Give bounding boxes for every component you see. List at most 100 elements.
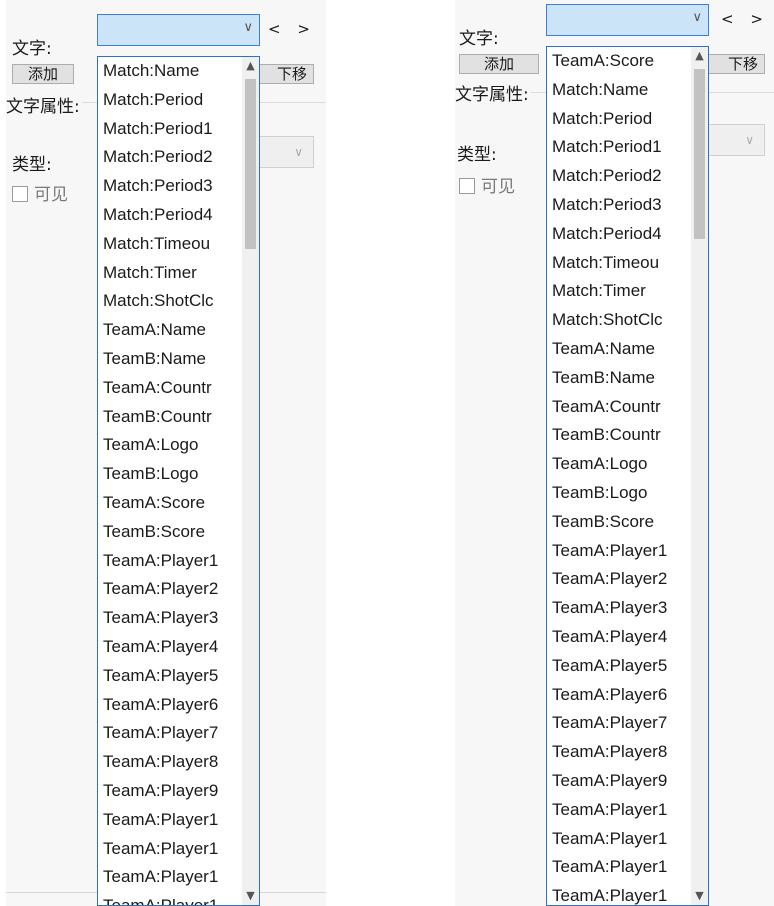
list-item[interactable]: Match:Period <box>98 86 246 115</box>
list-item[interactable]: TeamB:Name <box>98 345 246 374</box>
list-item[interactable]: Match:Period2 <box>547 162 695 191</box>
list-item[interactable]: TeamB:Name <box>547 364 695 393</box>
next-button[interactable]: > <box>750 10 769 28</box>
list-item[interactable]: Match:ShotClc <box>547 306 695 335</box>
list-item[interactable]: Match:Timer <box>547 277 695 306</box>
chevron-down-icon: ∨ <box>294 145 303 159</box>
list-item[interactable]: TeamB:Score <box>98 518 246 547</box>
scrollbar-thumb[interactable] <box>245 79 256 249</box>
list-item[interactable]: TeamA:Player8 <box>547 738 695 767</box>
nav-arrows: < > <box>721 10 769 28</box>
caret-up-icon[interactable]: ▲ <box>242 57 259 75</box>
list-item[interactable]: TeamA:Player4 <box>547 623 695 652</box>
list-item[interactable]: TeamA:Player3 <box>98 604 246 633</box>
list-item[interactable]: TeamA:Player5 <box>98 662 246 691</box>
add-button[interactable]: 添加 <box>12 64 74 84</box>
list-item[interactable]: TeamA:Player1 <box>547 853 695 882</box>
list-item[interactable]: Match:Period2 <box>98 143 246 172</box>
list-item[interactable]: Match:Period4 <box>547 220 695 249</box>
list-item[interactable]: TeamA:Score <box>547 47 695 76</box>
dropdown-items: TeamA:Score Match:Name Match:Period Match:P… <box>547 47 708 905</box>
list-item[interactable]: TeamA:Player1 <box>547 825 695 854</box>
text-props-label: 文字属性: <box>6 97 80 117</box>
list-item[interactable]: Match:Period <box>547 105 695 134</box>
caret-up-icon[interactable]: ▲ <box>691 47 708 65</box>
list-item[interactable]: TeamA:Player1 <box>547 882 695 905</box>
chevron-down-icon[interactable]: ∨ <box>243 20 253 35</box>
text-combo[interactable]: ∨ <box>546 4 709 36</box>
move-down-button[interactable]: 下移 <box>252 64 314 84</box>
list-item[interactable]: TeamA:Player4 <box>98 633 246 662</box>
visible-checkbox[interactable]: 可见 <box>12 180 68 205</box>
list-item[interactable]: Match:Period3 <box>98 172 246 201</box>
list-item[interactable]: TeamB:Countr <box>98 403 246 432</box>
list-item[interactable]: TeamA:Player1 <box>98 892 246 905</box>
list-item[interactable]: Match:Period1 <box>547 133 695 162</box>
list-item[interactable]: TeamA:Player5 <box>547 652 695 681</box>
scrollbar-thumb[interactable] <box>694 69 705 239</box>
list-item[interactable]: Match:Timer <box>98 259 246 288</box>
add-button[interactable]: 添加 <box>459 54 539 74</box>
list-item[interactable]: TeamA:Player3 <box>547 594 695 623</box>
list-item[interactable]: TeamA:Player7 <box>547 709 695 738</box>
list-item[interactable]: TeamA:Name <box>547 335 695 364</box>
text-label: 文字: <box>459 29 499 49</box>
dropdown-items: Match:Name Match:Period Match:Period1 Match… <box>98 57 259 905</box>
visible-label: 可见 <box>481 177 515 197</box>
caret-down-icon[interactable]: ▼ <box>242 887 259 905</box>
list-item[interactable]: TeamA:Player1 <box>98 547 246 576</box>
checkbox-icon <box>12 186 28 202</box>
list-item[interactable]: TeamA:Player6 <box>98 691 246 720</box>
right-panel: 文字: 添加 下移 文字属性: 类型: ∨ 可见 ∨ < > TeamA:Sco… <box>455 0 774 906</box>
list-item[interactable]: TeamA:Player9 <box>547 767 695 796</box>
list-item[interactable]: TeamA:Player1 <box>547 796 695 825</box>
type-label: 类型: <box>12 155 52 175</box>
list-item[interactable]: TeamA:Countr <box>547 393 695 422</box>
dropdown-scrollbar[interactable]: ▲ ▼ <box>242 57 259 905</box>
list-item[interactable]: TeamA:Player7 <box>98 719 246 748</box>
list-item[interactable]: Match:Timeou <box>98 230 246 259</box>
list-item[interactable]: Match:Timeou <box>547 249 695 278</box>
type-select: ∨ <box>703 124 765 156</box>
list-item[interactable]: TeamB:Score <box>547 508 695 537</box>
chevron-down-icon[interactable]: ∨ <box>692 10 702 25</box>
list-item[interactable]: Match:Name <box>547 76 695 105</box>
text-props-label: 文字属性: <box>455 85 529 105</box>
list-item[interactable]: Match:Period1 <box>98 115 246 144</box>
prev-button[interactable]: < <box>721 10 740 28</box>
next-button[interactable]: > <box>297 20 316 38</box>
list-item[interactable]: TeamA:Player1 <box>98 806 246 835</box>
list-item[interactable]: TeamA:Countr <box>98 374 246 403</box>
left-panel: 文字: 添加 下移 文字属性: 类型: ∨ 可见 ∨ < > Match:Nam… <box>6 0 326 906</box>
checkbox-icon <box>459 178 475 194</box>
list-item[interactable]: TeamA:Logo <box>98 431 246 460</box>
list-item[interactable]: TeamA:Player9 <box>98 777 246 806</box>
text-dropdown-list[interactable]: TeamA:Score Match:Name Match:Period Match:P… <box>546 46 709 906</box>
list-item[interactable]: TeamA:Player6 <box>547 681 695 710</box>
visible-checkbox[interactable]: 可见 <box>459 172 515 197</box>
text-dropdown-list[interactable]: Match:Name Match:Period Match:Period1 Match… <box>97 56 260 906</box>
list-item[interactable]: Match:Period3 <box>547 191 695 220</box>
list-item[interactable]: TeamA:Player2 <box>547 565 695 594</box>
list-item[interactable]: TeamA:Player1 <box>98 863 246 892</box>
list-item[interactable]: TeamB:Logo <box>98 460 246 489</box>
caret-down-icon[interactable]: ▼ <box>691 887 708 905</box>
prev-button[interactable]: < <box>268 20 287 38</box>
nav-arrows: < > <box>268 20 316 38</box>
list-item[interactable]: TeamA:Player1 <box>547 537 695 566</box>
type-label: 类型: <box>457 145 497 165</box>
text-combo[interactable]: ∨ <box>97 14 260 46</box>
list-item[interactable]: Match:Period4 <box>98 201 246 230</box>
dropdown-scrollbar[interactable]: ▲ ▼ <box>691 47 708 905</box>
list-item[interactable]: TeamB:Logo <box>547 479 695 508</box>
list-item[interactable]: Match:ShotClc <box>98 287 246 316</box>
move-down-button[interactable]: 下移 <box>703 54 765 74</box>
list-item[interactable]: TeamA:Player1 <box>98 835 246 864</box>
list-item[interactable]: TeamA:Player8 <box>98 748 246 777</box>
list-item[interactable]: TeamA:Score <box>98 489 246 518</box>
list-item[interactable]: TeamA:Name <box>98 316 246 345</box>
list-item[interactable]: TeamB:Countr <box>547 421 695 450</box>
list-item[interactable]: Match:Name <box>98 57 246 86</box>
list-item[interactable]: TeamA:Logo <box>547 450 695 479</box>
list-item[interactable]: TeamA:Player2 <box>98 575 246 604</box>
